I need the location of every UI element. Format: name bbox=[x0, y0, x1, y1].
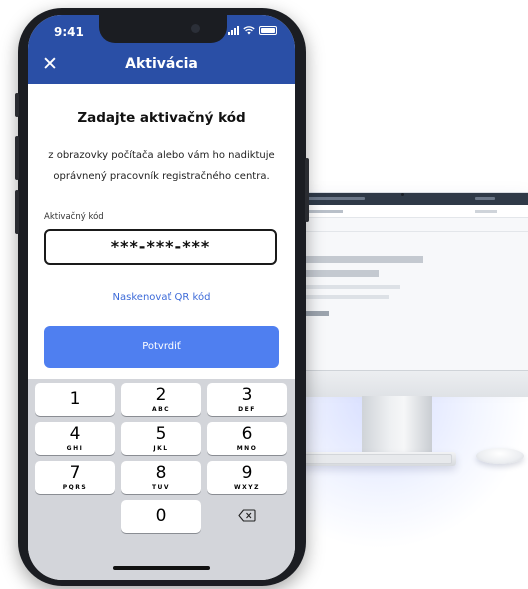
desktop-monitor bbox=[296, 192, 528, 372]
key-9[interactable]: 9 WXYZ bbox=[207, 461, 287, 494]
key-digit: 6 bbox=[241, 424, 253, 444]
key-letters: GHI bbox=[66, 445, 84, 452]
key-digit: 8 bbox=[155, 463, 167, 483]
numeric-keypad: 1 2 ABC 3 DEF 4 GHI 5 JKL 6 MNO 7 PQRS 8… bbox=[28, 379, 295, 580]
activation-code-label: Aktivačný kód bbox=[44, 212, 104, 222]
status-time: 9:41 bbox=[54, 25, 84, 39]
wifi-icon bbox=[243, 26, 255, 35]
key-letters: PQRS bbox=[62, 484, 88, 491]
monitor-divider bbox=[297, 231, 528, 232]
monitor-subbar bbox=[297, 205, 528, 218]
monitor-content-bar bbox=[297, 270, 379, 277]
phone-screen: 9:41 ✕ Aktivácia Zadajte aktivačný kód z… bbox=[28, 15, 295, 580]
backspace-icon bbox=[238, 509, 256, 522]
key-3[interactable]: 3 DEF bbox=[207, 383, 287, 416]
key-8[interactable]: 8 TUV bbox=[121, 461, 201, 494]
phone-volume-down bbox=[15, 190, 19, 234]
home-indicator bbox=[113, 566, 210, 570]
key-4[interactable]: 4 GHI bbox=[35, 422, 115, 455]
battery-icon bbox=[259, 26, 277, 35]
key-7[interactable]: 7 PQRS bbox=[35, 461, 115, 494]
key-2[interactable]: 2 ABC bbox=[121, 383, 201, 416]
key-digit: 4 bbox=[69, 424, 81, 444]
monitor-content-line bbox=[297, 285, 400, 289]
phone-mute-switch bbox=[15, 93, 19, 117]
key-1[interactable]: 1 bbox=[35, 383, 115, 416]
status-icons bbox=[228, 26, 277, 35]
key-letters: TUV bbox=[151, 484, 171, 491]
key-digit: 1 bbox=[69, 389, 81, 409]
key-letters: DEF bbox=[238, 406, 256, 413]
key-digit: 5 bbox=[155, 424, 167, 444]
key-letters: WXYZ bbox=[234, 484, 260, 491]
key-digit: 2 bbox=[155, 385, 167, 405]
monitor-stand bbox=[362, 396, 432, 454]
key-5[interactable]: 5 JKL bbox=[121, 422, 201, 455]
activation-code-input[interactable]: ***-***-*** bbox=[44, 229, 277, 265]
key-digit: 0 bbox=[155, 506, 167, 526]
monitor-content-line bbox=[297, 295, 389, 299]
monitor-content-bar bbox=[297, 256, 423, 263]
page-title: Aktivácia bbox=[125, 56, 198, 72]
app-header: 9:41 ✕ Aktivácia bbox=[28, 15, 295, 84]
key-letters: ABC bbox=[151, 406, 171, 413]
key-digit: 9 bbox=[241, 463, 253, 483]
mouse bbox=[476, 448, 524, 464]
phone-notch bbox=[99, 15, 227, 43]
key-6[interactable]: 6 MNO bbox=[207, 422, 287, 455]
scan-qr-link[interactable]: Naskenovať QR kód bbox=[28, 292, 295, 303]
key-letters: MNO bbox=[236, 445, 258, 452]
activation-heading: Zadajte aktivačný kód bbox=[77, 110, 246, 126]
monitor-topbar bbox=[297, 193, 528, 205]
keyboard bbox=[300, 454, 452, 464]
key-digit: 7 bbox=[69, 463, 81, 483]
signal-icon bbox=[228, 26, 239, 35]
confirm-button[interactable]: Potvrdiť bbox=[44, 326, 279, 368]
monitor-chin bbox=[296, 370, 528, 397]
key-digit: 3 bbox=[241, 385, 253, 405]
activation-description: z obrazovky počítača alebo vám ho nadikt… bbox=[48, 150, 275, 182]
phone-volume-up bbox=[15, 136, 19, 180]
delete-key[interactable] bbox=[207, 500, 287, 533]
phone-power-button bbox=[305, 158, 309, 222]
key-letters: JKL bbox=[153, 445, 169, 452]
key-0[interactable]: 0 bbox=[121, 500, 201, 533]
